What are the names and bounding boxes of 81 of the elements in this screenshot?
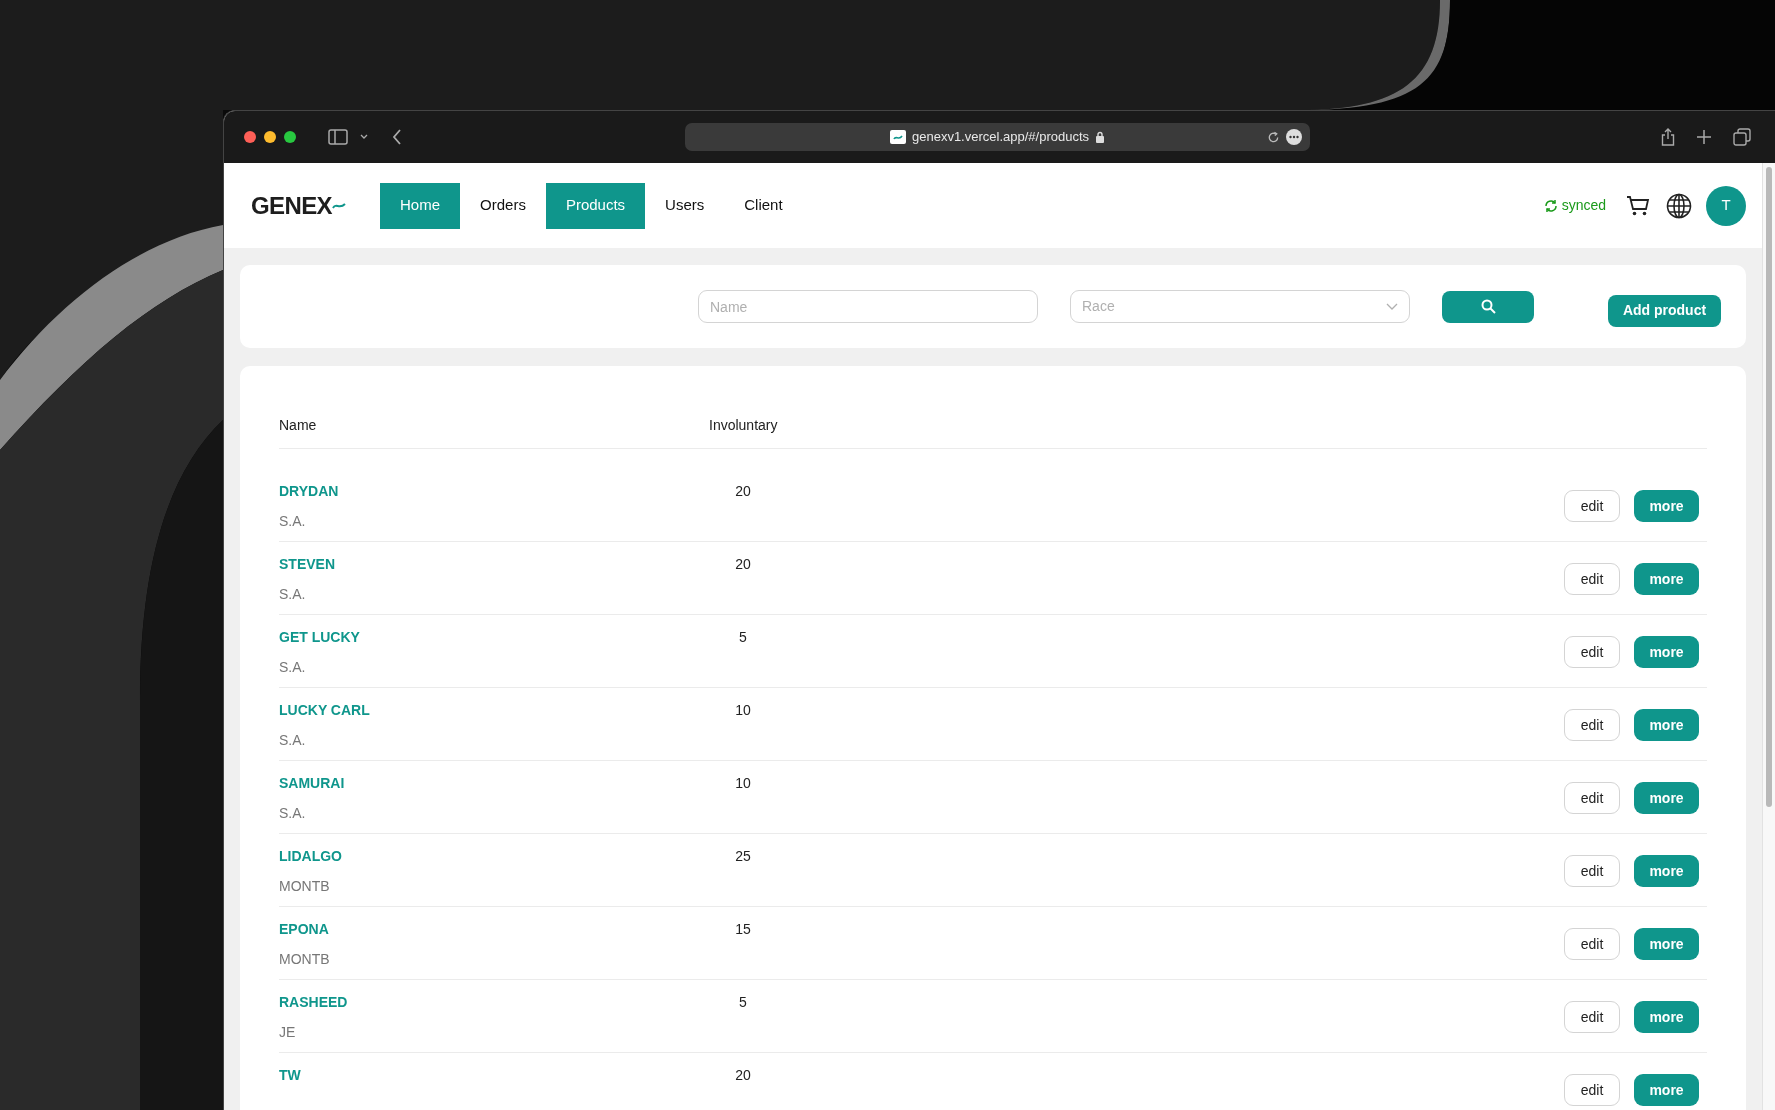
column-header: Name <box>279 415 318 435</box>
chevron-down-icon <box>1386 302 1398 311</box>
product-subtitle: S.A. <box>279 804 306 823</box>
minimize-icon[interactable] <box>264 131 276 143</box>
sync-icon <box>1543 198 1558 213</box>
edit-button[interactable]: edit <box>1564 709 1620 741</box>
product-subtitle: S.A. <box>279 585 306 604</box>
involuntary-value: 15 <box>734 920 752 939</box>
nav-tab[interactable]: Products <box>545 182 646 229</box>
more-button[interactable]: more <box>1634 490 1699 522</box>
back-icon[interactable] <box>392 129 402 145</box>
lock-icon <box>1095 131 1106 143</box>
more-button[interactable]: more <box>1634 928 1699 960</box>
nav-tab[interactable]: Home <box>380 182 461 229</box>
more-button[interactable]: more <box>1634 1001 1699 1033</box>
avatar[interactable]: T <box>1706 185 1746 226</box>
edit-button[interactable]: edit <box>1564 1001 1620 1033</box>
nav-tab[interactable]: Users <box>645 182 725 229</box>
maximize-icon[interactable] <box>284 131 296 143</box>
sync-status: synced <box>1561 196 1606 215</box>
product-subtitle: MONTB <box>279 877 330 896</box>
race-select[interactable]: Race <box>1070 290 1410 323</box>
close-icon[interactable] <box>244 131 256 143</box>
edit-button[interactable]: edit <box>1564 782 1620 814</box>
involuntary-value: 20 <box>734 482 752 501</box>
more-button[interactable]: more <box>1634 709 1699 741</box>
logo-text: GENEX <box>251 190 333 221</box>
nav-tab[interactable]: Client <box>724 182 803 229</box>
product-name-link[interactable]: STEVEN <box>279 554 335 575</box>
product-name-link[interactable]: GET LUCKY <box>279 627 360 648</box>
edit-button[interactable]: edit <box>1564 855 1620 887</box>
involuntary-value: 5 <box>738 628 748 647</box>
scrollbar-thumb[interactable] <box>1766 167 1772 807</box>
more-button[interactable]: more <box>1634 1074 1699 1106</box>
involuntary-value: 20 <box>734 1066 752 1085</box>
more-button[interactable]: more <box>1634 855 1699 887</box>
more-icon[interactable] <box>1286 129 1302 145</box>
product-subtitle: JE <box>279 1023 296 1042</box>
product-subtitle: MONTB <box>279 950 330 969</box>
globe-icon[interactable] <box>1666 192 1692 219</box>
race-placeholder: Race <box>1082 297 1115 316</box>
more-button[interactable]: more <box>1634 563 1699 595</box>
share-icon[interactable] <box>1661 128 1675 146</box>
add-product-button[interactable]: Add product <box>1608 294 1721 327</box>
involuntary-value: 10 <box>734 701 752 720</box>
url-text: genexv1.vercel.app/#/products <box>911 128 1090 147</box>
involuntary-value: 10 <box>734 774 752 793</box>
product-subtitle: S.A. <box>279 731 306 750</box>
involuntary-value: 5 <box>738 993 748 1012</box>
product-name-link[interactable]: LIDALGO <box>279 846 342 867</box>
product-name-link[interactable]: EPONA <box>279 919 329 940</box>
reload-icon[interactable] <box>1267 130 1280 144</box>
plus-icon[interactable] <box>1697 130 1711 144</box>
nav-tab[interactable]: Orders <box>460 182 546 229</box>
tabs-icon[interactable] <box>1733 128 1751 146</box>
site-icon <box>889 130 906 144</box>
involuntary-value: 20 <box>734 555 752 574</box>
product-name-link[interactable]: SAMURAI <box>279 773 345 794</box>
edit-button[interactable]: edit <box>1564 490 1620 522</box>
more-button[interactable]: more <box>1634 782 1699 814</box>
edit-button[interactable]: edit <box>1564 928 1620 960</box>
involuntary-value: 25 <box>734 847 752 866</box>
product-name-link[interactable]: DRYDAN <box>279 481 339 502</box>
chevron-down-icon[interactable] <box>360 134 368 140</box>
edit-button[interactable]: edit <box>1564 1074 1620 1106</box>
product-name-link[interactable]: RASHEED <box>279 992 348 1013</box>
address-bar[interactable]: genexv1.vercel.app/#/products <box>685 123 1310 151</box>
edit-button[interactable]: edit <box>1564 563 1620 595</box>
column-header: Involuntary <box>709 415 778 435</box>
name-field[interactable]: Name <box>698 290 1038 323</box>
search-button[interactable] <box>1442 290 1534 323</box>
edit-button[interactable]: edit <box>1564 636 1620 668</box>
sidebar-icon[interactable] <box>328 129 348 145</box>
product-subtitle: S.A. <box>279 658 306 677</box>
logo-swirl-icon <box>332 200 347 211</box>
product-name-link[interactable]: TW <box>279 1065 301 1086</box>
product-subtitle: S.A. <box>279 512 306 531</box>
product-name-link[interactable]: LUCKY CARL <box>279 700 370 721</box>
cart-icon[interactable] <box>1626 194 1650 217</box>
search-icon <box>1480 299 1496 314</box>
more-button[interactable]: more <box>1634 636 1699 668</box>
